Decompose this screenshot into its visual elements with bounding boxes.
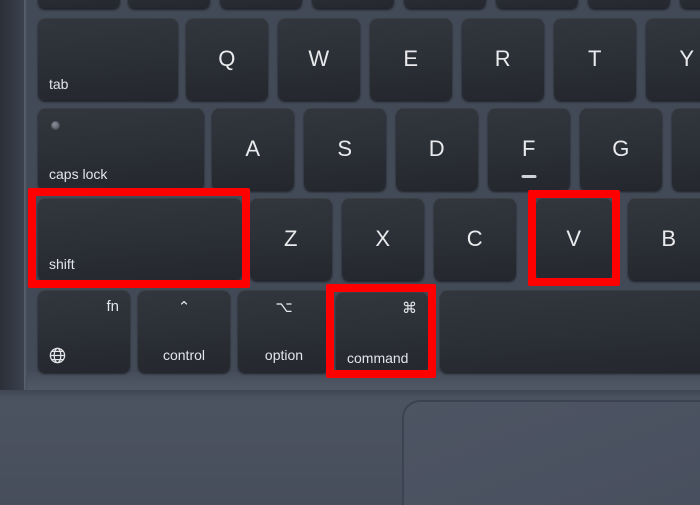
key-key-c[interactable]: C bbox=[434, 198, 516, 280]
key-f-label: F bbox=[522, 136, 536, 161]
key-z-label: Z bbox=[284, 226, 298, 251]
globe-icon bbox=[48, 346, 67, 365]
key-w-label: W bbox=[308, 46, 330, 71]
key-num-partial-7[interactable] bbox=[588, 0, 670, 8]
palmrest-top-shadow bbox=[0, 390, 700, 398]
chassis-left-highlight bbox=[24, 0, 27, 400]
key-shift[interactable]: shift bbox=[38, 198, 242, 280]
key-key-f[interactable]: F bbox=[488, 108, 570, 190]
control-symbol-icon: ⌃ bbox=[177, 299, 191, 316]
option-label: option bbox=[264, 347, 304, 363]
key-v-label: V bbox=[566, 226, 582, 251]
homing-bump-icon bbox=[521, 175, 537, 178]
key-num-partial-5[interactable] bbox=[404, 0, 486, 8]
key-t-label: T bbox=[588, 46, 602, 71]
key-command[interactable]: ⌘ command bbox=[336, 292, 428, 374]
key-num-partial-4[interactable] bbox=[312, 0, 394, 8]
key-key-v[interactable]: V bbox=[536, 198, 612, 280]
key-num-partial-1[interactable] bbox=[38, 0, 120, 8]
keyboard-screenshot: tab Q W E R T Ycaps lock A S D F Gshift Z X C V Bfn ⌃ cont… bbox=[0, 0, 700, 505]
key-option[interactable]: ⌥ option bbox=[238, 290, 330, 372]
key-control[interactable]: ⌃ control bbox=[138, 290, 230, 372]
key-num-partial-8[interactable] bbox=[680, 0, 700, 8]
key-x-label: X bbox=[375, 226, 391, 251]
key-spacebar[interactable] bbox=[440, 290, 700, 372]
key-key-e[interactable]: E bbox=[370, 18, 452, 100]
caps-lock-indicator-icon bbox=[51, 121, 60, 130]
key-key-s[interactable]: S bbox=[304, 108, 386, 190]
key-key-x[interactable]: X bbox=[342, 198, 424, 280]
key-key-h[interactable] bbox=[672, 108, 700, 190]
key-g-label: G bbox=[612, 136, 630, 161]
key-key-q[interactable]: Q bbox=[186, 18, 268, 100]
key-key-z[interactable]: Z bbox=[250, 198, 332, 280]
key-d-label: D bbox=[428, 136, 446, 161]
key-a-label: A bbox=[245, 136, 261, 161]
command-symbol-icon: ⌘ bbox=[402, 300, 417, 317]
key-key-g[interactable]: G bbox=[580, 108, 662, 190]
key-r-label: R bbox=[494, 46, 512, 71]
fn-label: fn bbox=[106, 298, 119, 315]
key-key-r[interactable]: R bbox=[462, 18, 544, 100]
key-s-label: S bbox=[337, 136, 353, 161]
key-key-y[interactable]: Y bbox=[646, 18, 700, 100]
key-b-label: B bbox=[661, 226, 677, 251]
tab-label: tab bbox=[49, 76, 69, 92]
key-num-partial-6[interactable] bbox=[496, 0, 578, 8]
key-num-partial-3[interactable] bbox=[220, 0, 302, 8]
command-label: command bbox=[347, 350, 409, 366]
shift-label: shift bbox=[49, 256, 75, 272]
key-y-label: Y bbox=[679, 46, 695, 71]
key-caps-lock[interactable]: caps lock bbox=[38, 108, 204, 190]
key-key-a[interactable]: A bbox=[212, 108, 294, 190]
key-c-label: C bbox=[466, 226, 484, 251]
key-key-t[interactable]: T bbox=[554, 18, 636, 100]
key-key-b[interactable]: B bbox=[628, 198, 700, 280]
option-symbol-icon: ⌥ bbox=[275, 299, 293, 316]
key-e-label: E bbox=[403, 46, 419, 71]
control-label: control bbox=[162, 347, 206, 363]
caps-lock-label: caps lock bbox=[49, 166, 108, 182]
trackpad[interactable] bbox=[402, 400, 700, 505]
key-key-d[interactable]: D bbox=[396, 108, 478, 190]
key-key-w[interactable]: W bbox=[278, 18, 360, 100]
key-fn[interactable]: fn bbox=[38, 290, 130, 372]
key-tab[interactable]: tab bbox=[38, 18, 178, 100]
key-num-partial-2[interactable] bbox=[128, 0, 210, 8]
key-q-label: Q bbox=[218, 46, 236, 71]
